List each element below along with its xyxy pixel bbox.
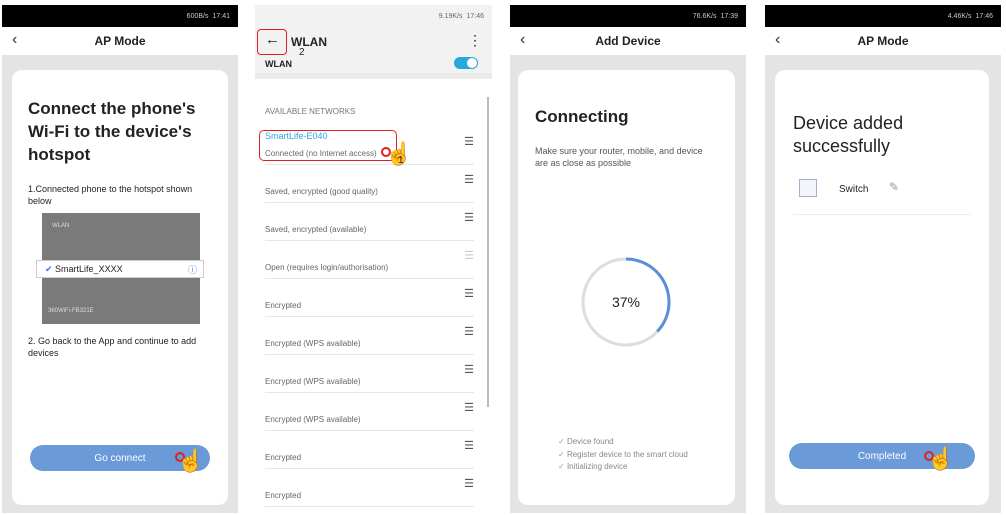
network-item[interactable]: Encrypted (WPS available) ☰: [265, 317, 474, 355]
device-row[interactable]: Switch ✎: [793, 175, 971, 215]
screen-wlan: 9.19K/s 17:46 ← WLAN 2 ⋮ WLAN AVAILABLE N…: [255, 5, 492, 513]
network-item[interactable]: Open (requires login/authorisation) ☰: [265, 241, 474, 279]
wifi-lock-icon: ☰: [464, 402, 474, 414]
wifi-lock-icon: ☰: [464, 288, 474, 300]
progress-card: Connecting Make sure your router, mobile…: [518, 70, 735, 505]
network-item[interactable]: Saved, encrypted (available) ☰: [265, 203, 474, 241]
result-card: Device added successfully Switch ✎ Compl…: [775, 70, 989, 505]
status-bar: 600B/s 17:41: [2, 5, 238, 27]
hotspot-ssid-row: ✔ SmartLife_XXXX ⓘ: [36, 260, 204, 278]
network-item[interactable]: Encrypted (WPS available) ☰: [265, 393, 474, 431]
wifi-lock-icon: ☰: [464, 364, 474, 376]
highlight-box: [257, 29, 287, 55]
heading: Connect the phone's Wi-Fi to the device'…: [28, 99, 196, 164]
screen-add-device: 76.6K/s 17:39 ‹ Add Device Connecting Make…: [510, 5, 746, 513]
page-title: AP Mode: [94, 34, 146, 48]
hand-pointer-icon: ☝: [927, 446, 955, 471]
network-item[interactable]: Encrypted ☰: [265, 431, 474, 469]
network-item[interactable]: Encrypted ☰: [265, 279, 474, 317]
scrollbar[interactable]: [487, 97, 489, 407]
wifi-lock-icon: ☰: [464, 212, 474, 224]
wifi-icon: ☰: [464, 250, 474, 262]
back-icon[interactable]: ‹: [12, 31, 17, 49]
screen-device-added: 4.46K/s 17:46 ‹ AP Mode Device added succe…: [765, 5, 1001, 513]
step-item: ✓ Register device to the smart cloud: [558, 449, 688, 459]
wifi-icon: ☰: [464, 136, 474, 148]
step-item: ✓ Device found: [558, 437, 614, 446]
progress-label: 37%: [611, 294, 641, 310]
wifi-lock-icon: ☰: [464, 326, 474, 338]
switch-device-icon: [799, 179, 817, 197]
status-bar: 76.6K/s 17:39: [510, 5, 746, 27]
wifi-lock-icon: ☰: [464, 478, 474, 490]
step-item: ✓ Initializing device: [558, 462, 628, 471]
page-title: AP Mode: [857, 34, 909, 48]
edit-icon[interactable]: ✎: [889, 180, 899, 194]
status-bar: 9.19K/s 17:46: [255, 5, 492, 27]
network-item[interactable]: Saved, encrypted (good quality) ☰: [265, 165, 474, 203]
more-icon[interactable]: ⋮: [468, 32, 482, 49]
hand-pointer-icon: ☝: [177, 448, 205, 473]
page-title: Add Device: [595, 34, 661, 48]
network-item[interactable]: Encrypted ☰: [265, 469, 474, 507]
wifi-lock-icon: ☰: [464, 174, 474, 186]
status-bar: 4.46K/s 17:46: [765, 5, 1001, 27]
page-title: WLAN: [291, 35, 327, 49]
wifi-lock-icon: ☰: [464, 440, 474, 452]
instruction-card: Connect the phone's Wi-Fi to the device'…: [12, 70, 228, 505]
back-icon[interactable]: ‹: [775, 31, 780, 49]
screen-ap-mode: 600B/s 17:41 ‹ AP Mode Connect the phone's…: [2, 5, 238, 513]
wlan-toggle[interactable]: [454, 57, 478, 69]
network-item[interactable]: Encrypted (WPS available) ☰: [265, 355, 474, 393]
highlight-box: [259, 130, 397, 161]
back-icon[interactable]: ‹: [520, 31, 525, 49]
